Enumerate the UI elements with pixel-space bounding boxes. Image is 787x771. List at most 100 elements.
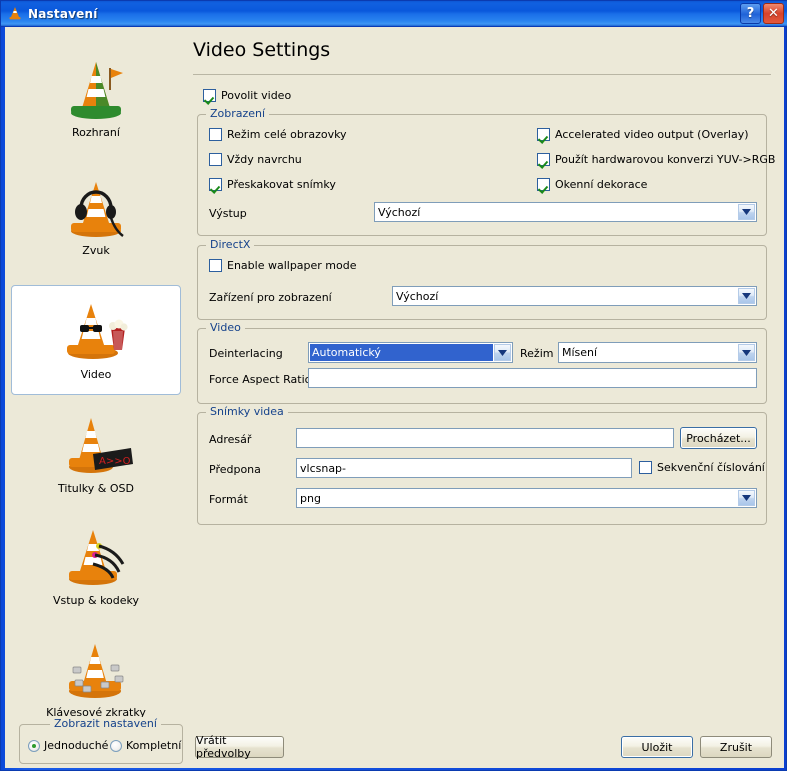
checkbox-overlay-label: Accelerated video output (Overlay) [555, 128, 749, 141]
chevron-down-icon[interactable] [738, 204, 755, 220]
page-title: Video Settings [193, 39, 331, 61]
cancel-button[interactable]: Zrušit [700, 736, 772, 758]
checkbox-skip-frames-indicator [209, 178, 222, 191]
directx-group-legend: DirectX [206, 238, 255, 251]
sidebar-item-label: Titulky & OSD [58, 482, 134, 495]
format-combobox-value: png [300, 491, 321, 505]
sidebar-item-video[interactable]: Video [11, 285, 181, 395]
vlc-cone-icon [9, 7, 21, 20]
sidebar-item-zvuk[interactable]: Zvuk [11, 167, 181, 262]
checkbox-always-on-top-indicator [209, 153, 222, 166]
checkbox-wallpaper-mode[interactable]: Enable wallpaper mode [209, 259, 357, 272]
directory-label: Adresář [209, 433, 252, 446]
snapshot-group: Snímky videa Adresář Procházet... Předpo… [197, 405, 767, 525]
deinterlacing-combobox[interactable]: Automatický [308, 342, 513, 363]
settings-window: Nastavení ? ✕ Rozhraní Zvuk Video A>>O T… [0, 0, 787, 771]
radio-simple[interactable]: Jednoduché [28, 739, 108, 752]
sidebar-item-titulky-osd[interactable]: A>>O Titulky & OSD [11, 405, 181, 500]
browse-button[interactable]: Procházet... [680, 427, 757, 449]
deinterlacing-label: Deinterlacing [209, 347, 283, 360]
output-combobox-value: Výchozí [378, 205, 421, 219]
display-mode-group: Zobrazit nastavení Jednoduché Kompletní [19, 717, 183, 764]
snapshot-group-legend: Snímky videa [206, 405, 288, 418]
cone-keys-icon [69, 644, 124, 698]
display-group-legend: Zobrazení [206, 107, 270, 120]
deinterlacing-combobox-value: Automatický [310, 344, 493, 361]
directx-group: DirectX Enable wallpaper mode Zařízení p… [197, 238, 767, 320]
display-device-label: Zařízení pro zobrazení [209, 291, 332, 304]
display-device-combobox[interactable]: Výchozí [392, 286, 757, 306]
aspect-ratio-input[interactable] [308, 368, 757, 388]
chevron-down-icon[interactable] [738, 344, 755, 361]
checkbox-window-decorations-label: Okenní dekorace [555, 178, 648, 191]
display-group: Zobrazení Režim celé obrazovky Vždy navr… [197, 107, 775, 236]
window-controls: ? ✕ [740, 3, 784, 24]
enable-video-label: Povolit video [221, 89, 292, 102]
chevron-down-icon[interactable] [738, 288, 755, 304]
settings-category-sidebar: Rozhraní Zvuk Video A>>O Titulky & OSD V… [5, 27, 187, 722]
sidebar-item-label: Video [80, 368, 112, 381]
cone-interface-icon [71, 62, 123, 119]
format-combobox[interactable]: png [296, 488, 757, 508]
sidebar-item-label: Vstup & kodeky [52, 594, 140, 607]
help-button[interactable]: ? [740, 3, 761, 24]
title-divider [193, 74, 771, 75]
chevron-down-icon[interactable] [738, 490, 755, 506]
checkbox-overlay-indicator [537, 128, 550, 141]
reset-preferences-button[interactable]: Vrátit předvolby [195, 734, 284, 760]
sidebar-item-label: Rozhraní [72, 126, 120, 139]
checkbox-skip-frames-label: Přeskakovat snímky [227, 178, 336, 191]
checkbox-window-decorations[interactable]: Okenní dekorace [537, 178, 647, 191]
checkbox-yuv-rgb-indicator [537, 153, 550, 166]
checkbox-window-decorations-indicator [537, 178, 550, 191]
prefix-label: Předpona [209, 463, 261, 476]
checkbox-fullscreen-label: Režim celé obrazovky [227, 128, 347, 141]
chevron-down-icon[interactable] [494, 344, 511, 361]
prefix-input[interactable]: vlcsnap- [296, 458, 632, 478]
radio-simple-indicator [28, 739, 40, 752]
output-combobox[interactable]: Výchozí [374, 202, 757, 222]
client-area: Rozhraní Zvuk Video A>>O Titulky & OSD V… [5, 27, 784, 768]
sidebar-item-label: Zvuk [82, 244, 110, 257]
close-button[interactable]: ✕ [763, 3, 784, 24]
mode-combobox[interactable]: Mísení [558, 342, 757, 363]
aspect-ratio-label: Force Aspect Ratio [209, 373, 312, 386]
format-label: Formát [209, 493, 248, 506]
cone-cables-icon [69, 530, 125, 585]
save-button[interactable]: Uložit [621, 736, 693, 758]
directory-input[interactable] [296, 428, 674, 448]
checkbox-always-on-top-label: Vždy navrchu [227, 153, 302, 166]
display-mode-legend: Zobrazit nastavení [50, 717, 161, 730]
display-device-combobox-value: Výchozí [396, 289, 439, 303]
radio-simple-label: Jednoduché [44, 739, 109, 752]
checkbox-sequential-numbering-indicator [639, 461, 652, 474]
checkbox-wallpaper-mode-indicator [209, 259, 222, 272]
checkbox-fullscreen[interactable]: Režim celé obrazovky [209, 128, 347, 141]
checkbox-fullscreen-indicator [209, 128, 222, 141]
sidebar-item-vstup-kodeky[interactable]: Vstup & kodeky [11, 517, 181, 612]
video-group-legend: Video [206, 321, 245, 334]
radio-complete[interactable]: Kompletní [110, 739, 181, 752]
cone-osd-icon: A>>O [69, 418, 133, 473]
radio-complete-indicator [110, 739, 122, 752]
mode-label: Režim [520, 347, 554, 360]
video-group: Video Deinterlacing Automatický Režim Mí… [197, 321, 767, 404]
title-bar: Nastavení ? ✕ [1, 1, 787, 27]
checkbox-sequential-numbering[interactable]: Sekvenční číslování [639, 461, 765, 474]
checkbox-overlay[interactable]: Accelerated video output (Overlay) [537, 128, 749, 141]
svg-text:A>>O: A>>O [99, 456, 131, 467]
settings-main-panel: Video Settings Povolit video Zobrazení R… [187, 27, 784, 722]
window-title: Nastavení [28, 6, 98, 21]
checkbox-yuv-rgb[interactable]: Použít hardwarovou konverzi YUV->RGB [537, 153, 775, 166]
sidebar-item-klavesove-zkratky[interactable]: Klávesové zkratky [11, 629, 181, 724]
checkbox-yuv-rgb-label: Použít hardwarovou konverzi YUV->RGB [555, 153, 776, 166]
checkbox-wallpaper-mode-label: Enable wallpaper mode [227, 259, 357, 272]
checkbox-always-on-top[interactable]: Vždy navrchu [209, 153, 302, 166]
sidebar-item-rozhrani[interactable]: Rozhraní [11, 49, 181, 144]
cone-glasses-popcorn-icon [67, 304, 128, 359]
enable-video-checkbox[interactable]: Povolit video [203, 89, 291, 102]
enable-video-indicator [203, 89, 216, 102]
cone-headphones-icon [71, 182, 124, 237]
checkbox-skip-frames[interactable]: Přeskakovat snímky [209, 178, 336, 191]
checkbox-sequential-numbering-label: Sekvenční číslování [657, 461, 765, 474]
